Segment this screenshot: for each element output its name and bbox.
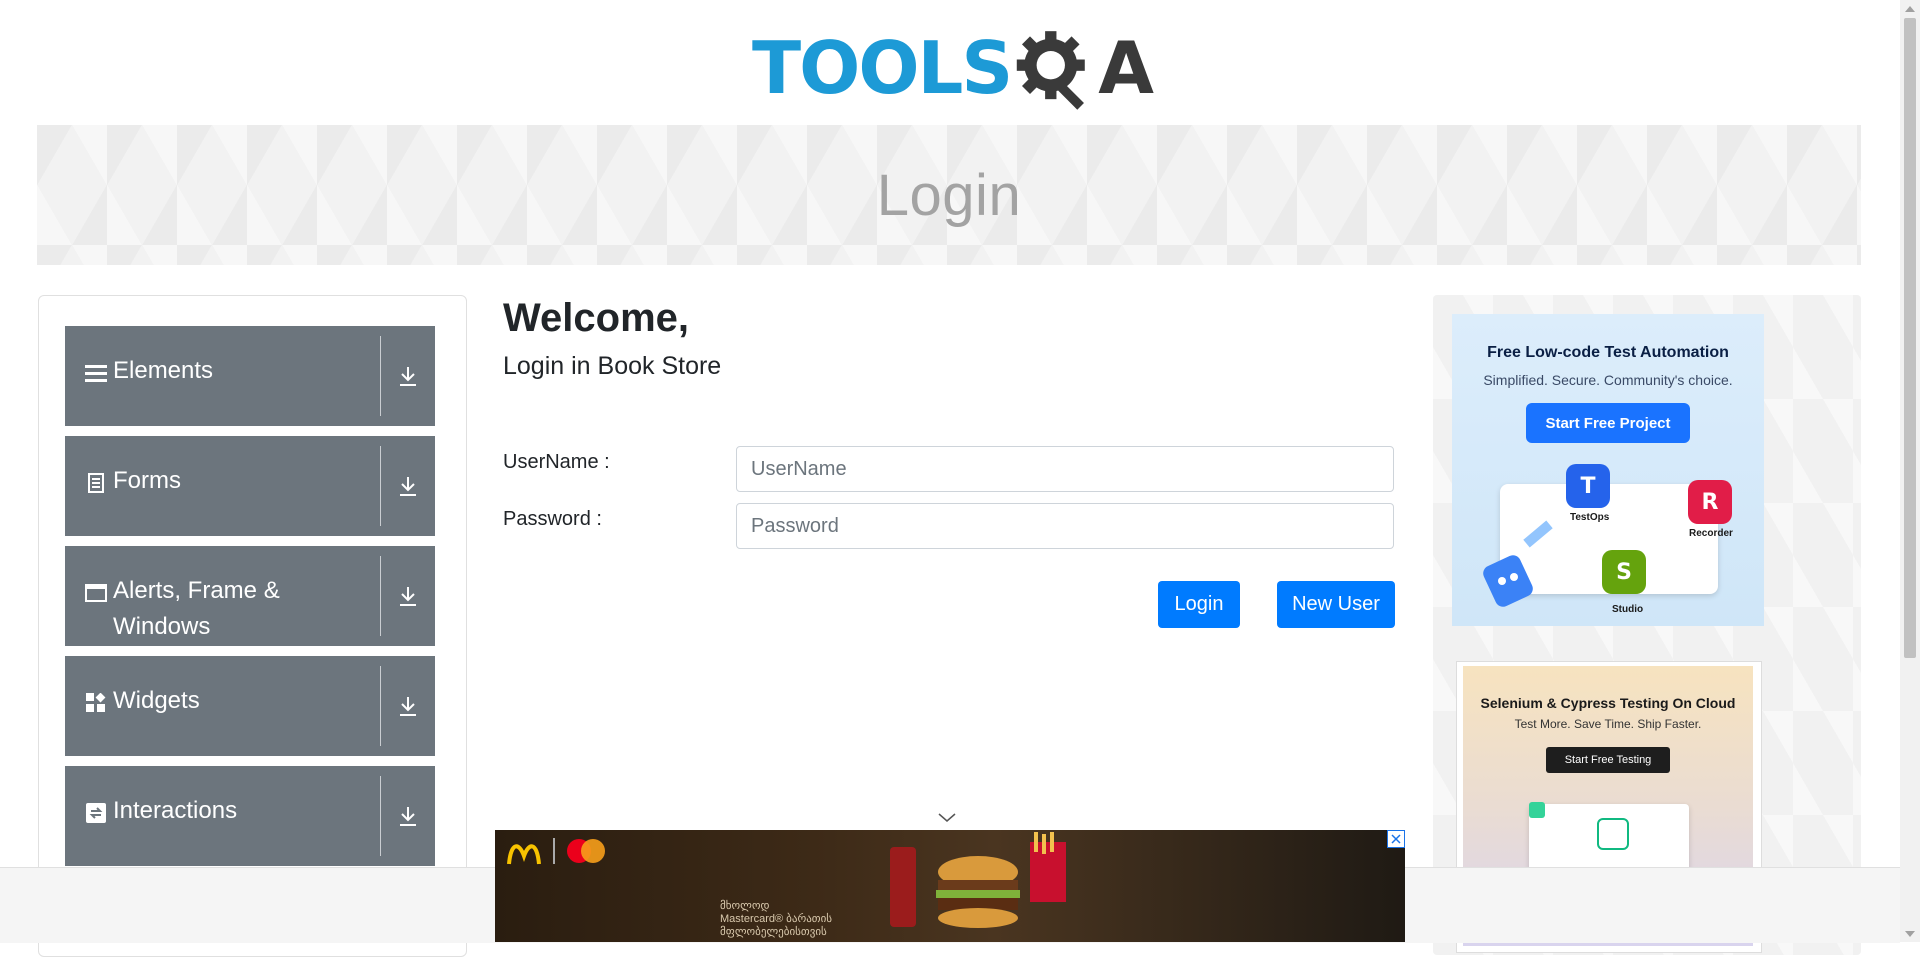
welcome-heading: Welcome, xyxy=(503,296,689,340)
widgets-icon xyxy=(85,692,107,714)
sidebar-item-forms[interactable]: Forms xyxy=(65,436,435,536)
login-button[interactable]: Login xyxy=(1158,581,1240,628)
vertical-scrollbar[interactable] xyxy=(1900,0,1920,942)
scroll-down-arrow-icon[interactable] xyxy=(1900,925,1920,942)
studio-label: Studio xyxy=(1612,604,1644,615)
sidebar-item-label: Alerts, Frame & Windows xyxy=(113,577,280,640)
robot-arm-icon xyxy=(1483,520,1553,607)
sidebar-item-interactions[interactable]: Interactions xyxy=(65,766,435,866)
recorder-label: Recorder xyxy=(1689,528,1733,539)
logo-text-a: A xyxy=(1098,26,1154,110)
download-icon[interactable] xyxy=(381,546,435,646)
interactions-icon xyxy=(85,802,107,824)
scroll-up-arrow-icon[interactable] xyxy=(1900,0,1920,17)
app-icon xyxy=(1529,802,1545,818)
new-user-button[interactable]: New User xyxy=(1277,581,1395,628)
ad-subtitle: Simplified. Secure. Community's choice. xyxy=(1483,372,1733,388)
sidebar-item-label: Forms xyxy=(113,467,181,494)
testops-label: TestOps xyxy=(1570,512,1610,523)
password-label: Password : xyxy=(503,508,602,530)
start-free-project-button[interactable]: Start Free Project xyxy=(1526,403,1690,443)
document-icon xyxy=(85,472,107,494)
sidebar-item-label: Widgets xyxy=(113,687,200,714)
page-title: Login xyxy=(876,162,1022,228)
list-icon xyxy=(85,362,107,384)
window-icon xyxy=(85,582,107,604)
start-free-testing-button[interactable]: Start Free Testing xyxy=(1546,747,1670,773)
burger-meal-image xyxy=(890,832,1066,928)
chevron-down-icon[interactable] xyxy=(937,812,957,824)
login-subtitle: Login in Book Store xyxy=(503,352,722,380)
gear-magnifier-icon xyxy=(1017,31,1086,110)
password-input[interactable] xyxy=(736,503,1394,549)
ad-subtitle: Test More. Save Time. Ship Faster. xyxy=(1514,717,1702,731)
testops-icon: T xyxy=(1566,464,1610,508)
ad-text: მხოლოდ Mastercard® ბარათის მფლობელებისთვ… xyxy=(720,900,833,938)
ad-title: Free Low-code Test Automation xyxy=(1487,344,1729,361)
sidebar-item-alerts[interactable]: Alerts, Frame & Windows xyxy=(65,546,435,646)
toolsqa-logo[interactable]: TOOLS A xyxy=(752,18,1154,118)
download-icon[interactable] xyxy=(381,326,435,426)
mcdonalds-logo-icon xyxy=(507,844,541,865)
recorder-icon: R xyxy=(1688,480,1732,524)
download-icon[interactable] xyxy=(381,766,435,866)
download-icon[interactable] xyxy=(381,436,435,536)
sidebar: Elements Forms Alerts, Frame & Windows W… xyxy=(38,295,467,957)
studio-icon: S xyxy=(1602,550,1646,594)
lambdatest-icon xyxy=(1597,818,1629,850)
sidebar-item-widgets[interactable]: Widgets xyxy=(65,656,435,756)
close-icon[interactable] xyxy=(1387,830,1405,848)
divider xyxy=(553,838,555,864)
mastercard-logo-icon xyxy=(567,839,605,863)
username-label: UserName : xyxy=(503,451,610,473)
scrollbar-thumb[interactable] xyxy=(1904,18,1916,658)
bottom-ad-mcdonalds[interactable]: მხოლოდ Mastercard® ბარათის მფლობელებისთვ… xyxy=(495,830,1405,942)
sidebar-item-label: Elements xyxy=(113,357,214,384)
sidebar-item-elements[interactable]: Elements xyxy=(65,326,435,426)
page-banner: Login xyxy=(37,125,1861,265)
sidebar-item-label: Interactions xyxy=(113,797,238,824)
ad-katalon[interactable]: Free Low-code Test Automation Simplified… xyxy=(1452,314,1764,626)
username-input[interactable] xyxy=(736,446,1394,492)
logo-text: TOOLS xyxy=(752,26,1013,110)
ad-title: Selenium & Cypress Testing On Cloud xyxy=(1480,695,1736,711)
download-icon[interactable] xyxy=(381,656,435,756)
